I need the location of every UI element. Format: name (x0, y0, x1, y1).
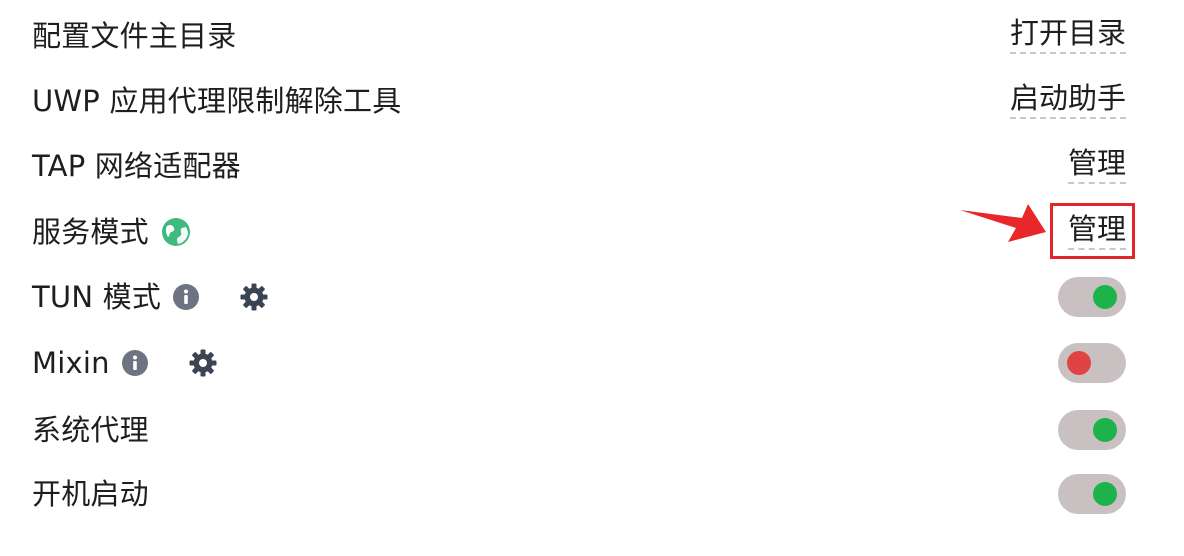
uwp-tool-label: UWP 应用代理限制解除工具 (32, 83, 402, 118)
gear-icon[interactable] (188, 348, 218, 378)
gear-icon[interactable] (239, 282, 269, 312)
tap-manage-button[interactable]: 管理 (1067, 148, 1126, 184)
config-dir-label: 配置文件主目录 (32, 18, 237, 53)
start-on-boot-toggle[interactable] (1058, 474, 1126, 514)
start-on-boot-label: 开机启动 (32, 476, 149, 511)
globe-icon (161, 217, 191, 247)
label-group: 开机启动 (32, 476, 149, 511)
toggle-knob (1093, 482, 1117, 506)
open-directory-button[interactable]: 打开目录 (1009, 18, 1126, 54)
label-group: TAP 网络适配器 (32, 148, 241, 183)
settings-row-tun-mode: TUN 模式 (32, 267, 1126, 327)
system-proxy-toggle[interactable] (1058, 410, 1126, 450)
system-proxy-label: 系统代理 (32, 412, 149, 447)
settings-row-mixin: Mixin (32, 333, 1126, 393)
label-group: Mixin (32, 348, 218, 378)
settings-row-tap-adapter: TAP 网络适配器 管理 (32, 136, 1126, 196)
toggle-knob (1067, 351, 1091, 375)
settings-row-uwp-tool: UWP 应用代理限制解除工具 启动助手 (32, 71, 1126, 131)
label-group: 系统代理 (32, 412, 149, 447)
toggle-knob (1093, 285, 1117, 309)
label-group: 服务模式 (32, 217, 191, 247)
settings-row-start-on-boot: 开机启动 (32, 464, 1126, 524)
label-group: 配置文件主目录 (32, 18, 237, 53)
tun-mode-toggle[interactable] (1058, 277, 1126, 317)
tun-mode-label: TUN 模式 (32, 279, 162, 314)
red-arrow-icon (960, 204, 1046, 242)
launch-helper-button[interactable]: 启动助手 (1009, 83, 1126, 119)
mixin-label: Mixin (32, 345, 110, 380)
settings-row-system-proxy: 系统代理 (32, 400, 1126, 460)
toggle-knob (1093, 418, 1117, 442)
label-group: TUN 模式 (32, 282, 269, 312)
service-mode-label: 服务模式 (32, 214, 149, 249)
mixin-toggle[interactable] (1058, 343, 1126, 383)
tap-adapter-label: TAP 网络适配器 (32, 148, 241, 183)
label-group: UWP 应用代理限制解除工具 (32, 83, 402, 118)
settings-row-config-dir: 配置文件主目录 打开目录 (32, 6, 1126, 66)
highlight-box (1050, 203, 1135, 259)
info-icon[interactable] (121, 350, 148, 376)
info-icon[interactable] (173, 284, 200, 310)
